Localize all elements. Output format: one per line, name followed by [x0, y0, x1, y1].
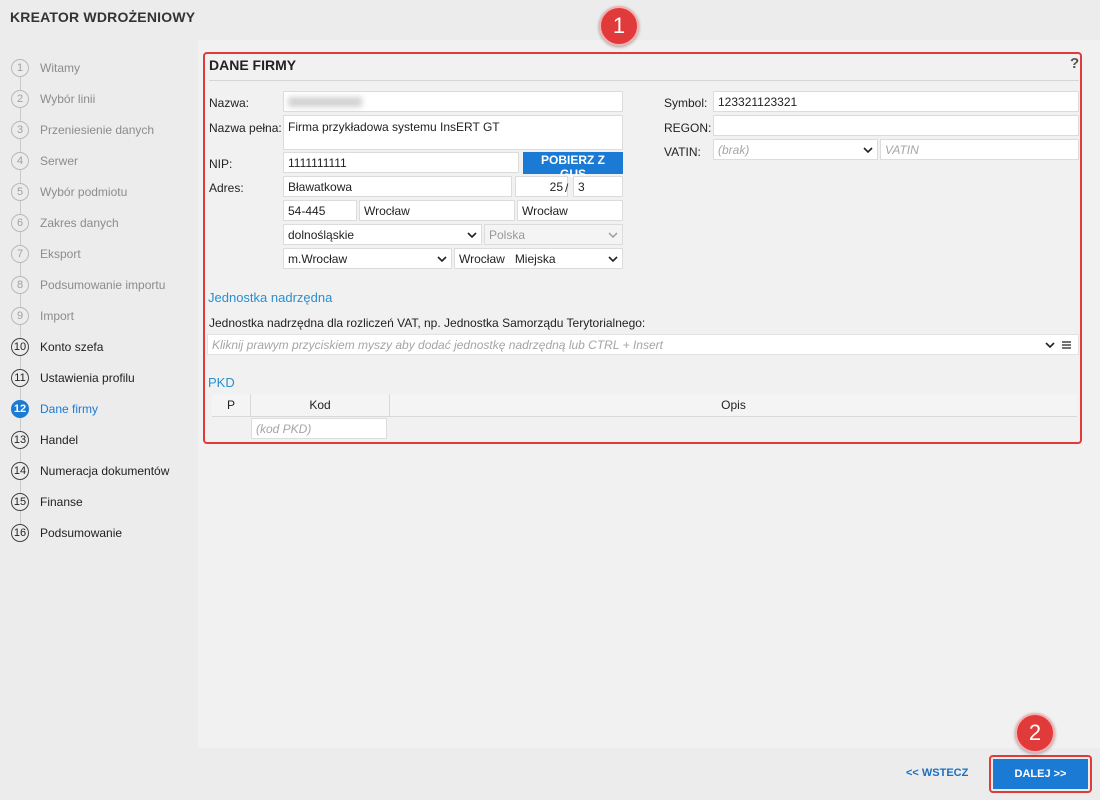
step-import[interactable]: 9 Import — [10, 300, 198, 331]
step-podsumowanie[interactable]: 16 Podsumowanie — [10, 517, 198, 548]
step-label: Eksport — [40, 246, 81, 261]
step-number: 1 — [11, 58, 29, 77]
annotation-badge-2: 2 — [1015, 713, 1055, 753]
step-number: 5 — [11, 182, 29, 201]
step-przeniesienie-danych[interactable]: 3 Przeniesienie danych — [10, 114, 198, 145]
step-numeracja-dokumentow[interactable]: 14 Numeracja dokumentów — [10, 455, 198, 486]
step-label: Finanse — [40, 494, 83, 509]
step-witamy[interactable]: 1 Witamy — [10, 52, 198, 83]
wizard-steps: 1 Witamy 2 Wybór linii 3 Przeniesienie dany… — [10, 52, 198, 548]
step-number: 11 — [11, 368, 29, 387]
step-number: 4 — [11, 151, 29, 170]
step-label: Podsumowanie importu — [40, 277, 166, 292]
step-number: 14 — [11, 461, 29, 480]
step-label: Konto szefa — [40, 339, 104, 354]
step-dane-firmy[interactable]: 12 Dane firmy — [10, 393, 198, 424]
annotation-badge-1: 1 — [599, 6, 639, 46]
highlight-frame-next — [989, 755, 1092, 793]
step-label: Wybór podmiotu — [40, 184, 128, 199]
step-label: Podsumowanie — [40, 525, 123, 540]
step-number: 10 — [11, 337, 29, 356]
step-zakres-danych[interactable]: 6 Zakres danych — [10, 207, 198, 238]
step-label: Handel — [40, 432, 79, 447]
step-number: 16 — [11, 523, 29, 542]
step-eksport[interactable]: 7 Eksport — [10, 238, 198, 269]
step-number: 3 — [11, 120, 29, 139]
back-button[interactable]: << WSTECZ — [906, 767, 968, 779]
step-serwer[interactable]: 4 Serwer — [10, 145, 198, 176]
step-ustawienia-profilu[interactable]: 11 Ustawienia profilu — [10, 362, 198, 393]
step-label: Zakres danych — [40, 215, 119, 230]
step-number: 15 — [11, 492, 29, 511]
step-label: Wybór linii — [40, 91, 96, 106]
step-label: Numeracja dokumentów — [40, 463, 170, 478]
step-finanse[interactable]: 15 Finanse — [10, 486, 198, 517]
step-handel[interactable]: 13 Handel — [10, 424, 198, 455]
highlight-frame-form — [203, 52, 1082, 444]
step-number: 6 — [11, 213, 29, 232]
step-number: 9 — [11, 306, 29, 325]
step-podsumowanie-importu[interactable]: 8 Podsumowanie importu — [10, 269, 198, 300]
step-label: Przeniesienie danych — [40, 122, 155, 137]
step-label: Import — [40, 308, 75, 323]
step-wybor-linii[interactable]: 2 Wybór linii — [10, 83, 198, 114]
step-number: 2 — [11, 89, 29, 108]
step-label: Ustawienia profilu — [40, 370, 135, 385]
step-number: 13 — [11, 430, 29, 449]
step-number: 7 — [11, 244, 29, 263]
step-label: Witamy — [40, 60, 80, 75]
step-number: 12 — [11, 399, 29, 418]
step-label: Serwer — [40, 153, 79, 168]
app-title: KREATOR WDROŻENIOWY — [10, 9, 196, 25]
step-konto-szefa[interactable]: 10 Konto szefa — [10, 331, 198, 362]
step-wybor-podmiotu[interactable]: 5 Wybór podmiotu — [10, 176, 198, 207]
step-number: 8 — [11, 275, 29, 294]
step-label: Dane firmy — [40, 401, 99, 416]
